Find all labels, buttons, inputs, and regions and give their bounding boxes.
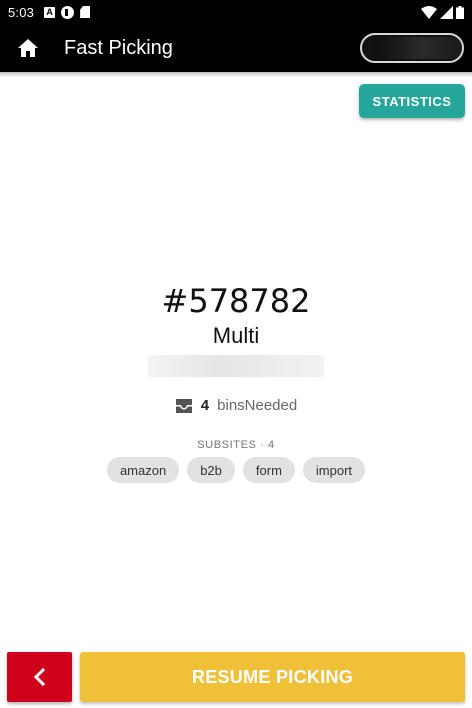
redacted-order-detail xyxy=(148,355,324,377)
battery-icon xyxy=(456,5,464,19)
order-number: #578782 xyxy=(161,282,311,320)
system-status-icons xyxy=(421,5,464,19)
chevron-left-icon xyxy=(33,668,45,686)
home-button[interactable] xyxy=(0,24,56,72)
redacted-account-name xyxy=(374,37,462,59)
signal-icon xyxy=(440,5,453,19)
subsite-chips: amazon b2b form import xyxy=(0,457,472,483)
resume-picking-button[interactable]: RESUME PICKING xyxy=(80,652,465,702)
page-title: Fast Picking xyxy=(64,36,173,59)
order-type: Multi xyxy=(212,323,260,348)
inbox-tray-icon xyxy=(175,398,192,413)
app-notification-icon xyxy=(61,5,75,19)
account-badge[interactable] xyxy=(360,33,464,63)
status-time: 5:03 xyxy=(8,4,35,20)
app-bar-shadow xyxy=(0,72,472,77)
status-bar: 5:03 A xyxy=(0,0,472,24)
bins-label: binsNeeded xyxy=(217,397,298,414)
subsite-chip: form xyxy=(242,457,295,483)
subsites-header: SUBSITES · 4 xyxy=(197,439,275,451)
bins-needed-row: 4 binsNeeded xyxy=(0,397,472,414)
sd-card-icon xyxy=(80,6,91,18)
subsite-chip: b2b xyxy=(187,457,235,483)
app-bar: Fast Picking xyxy=(0,24,472,72)
subsite-chip: import xyxy=(302,457,366,483)
a-notification-icon: A xyxy=(44,6,56,18)
statistics-button[interactable]: STATISTICS xyxy=(359,84,465,118)
back-button[interactable] xyxy=(7,652,72,702)
subsite-chip: amazon xyxy=(106,457,180,483)
bins-count: 4 xyxy=(200,397,210,414)
notification-icons: A xyxy=(44,5,91,19)
home-icon xyxy=(18,39,38,57)
wifi-icon xyxy=(421,5,437,19)
